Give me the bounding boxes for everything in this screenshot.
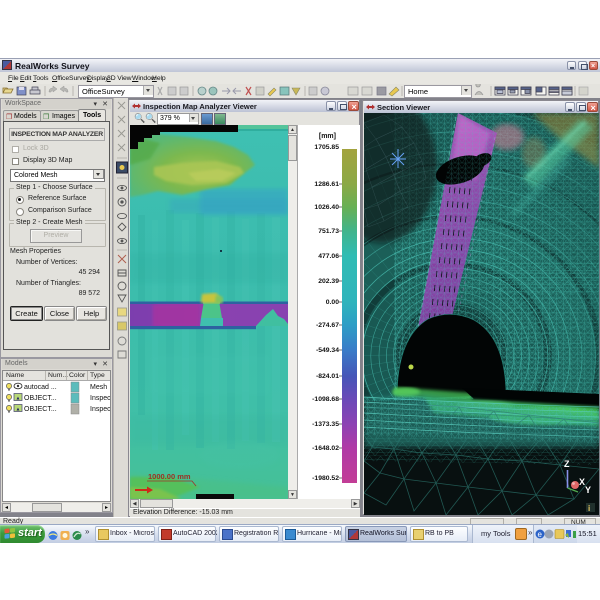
svg-text:autocad ...: autocad ... [24, 384, 57, 391]
svg-text:-274.67: -274.67 [316, 322, 339, 329]
svg-text:1000.00 mm: 1000.00 mm [148, 472, 191, 481]
svg-text:i: i [588, 504, 590, 513]
svg-text:1026.40: 1026.40 [314, 204, 339, 211]
svg-text:-1648.02: -1648.02 [312, 445, 339, 452]
svg-text:1286.61: 1286.61 [314, 181, 339, 188]
svg-text:OBJECT...: OBJECT... [24, 406, 57, 413]
svg-text:e: e [538, 530, 543, 539]
svg-text:Mesh: Mesh [90, 384, 107, 391]
svg-text:477.06: 477.06 [318, 253, 339, 260]
svg-text:Z: Z [564, 459, 570, 469]
svg-text:1705.85: 1705.85 [314, 144, 339, 151]
svg-text:▲: ▲ [16, 396, 21, 402]
svg-text:-1980.52: -1980.52 [312, 475, 339, 482]
svg-text:-1373.35: -1373.35 [312, 421, 339, 428]
svg-text:0.00: 0.00 [326, 299, 339, 306]
svg-text:[mm]: [mm] [319, 133, 336, 140]
svg-text:-549.34: -549.34 [316, 347, 339, 354]
svg-text:Inspectio: Inspectio [90, 406, 110, 413]
svg-text:-824.01: -824.01 [316, 373, 339, 380]
svg-text:202.39: 202.39 [318, 278, 339, 285]
svg-text:Inspectio: Inspectio [90, 395, 110, 402]
svg-text:OBJECT...: OBJECT... [24, 395, 57, 402]
svg-text:▲: ▲ [16, 407, 21, 413]
svg-text:-1098.68: -1098.68 [312, 396, 339, 403]
svg-text:Y: Y [585, 485, 591, 495]
svg-text:751.73: 751.73 [318, 228, 339, 235]
